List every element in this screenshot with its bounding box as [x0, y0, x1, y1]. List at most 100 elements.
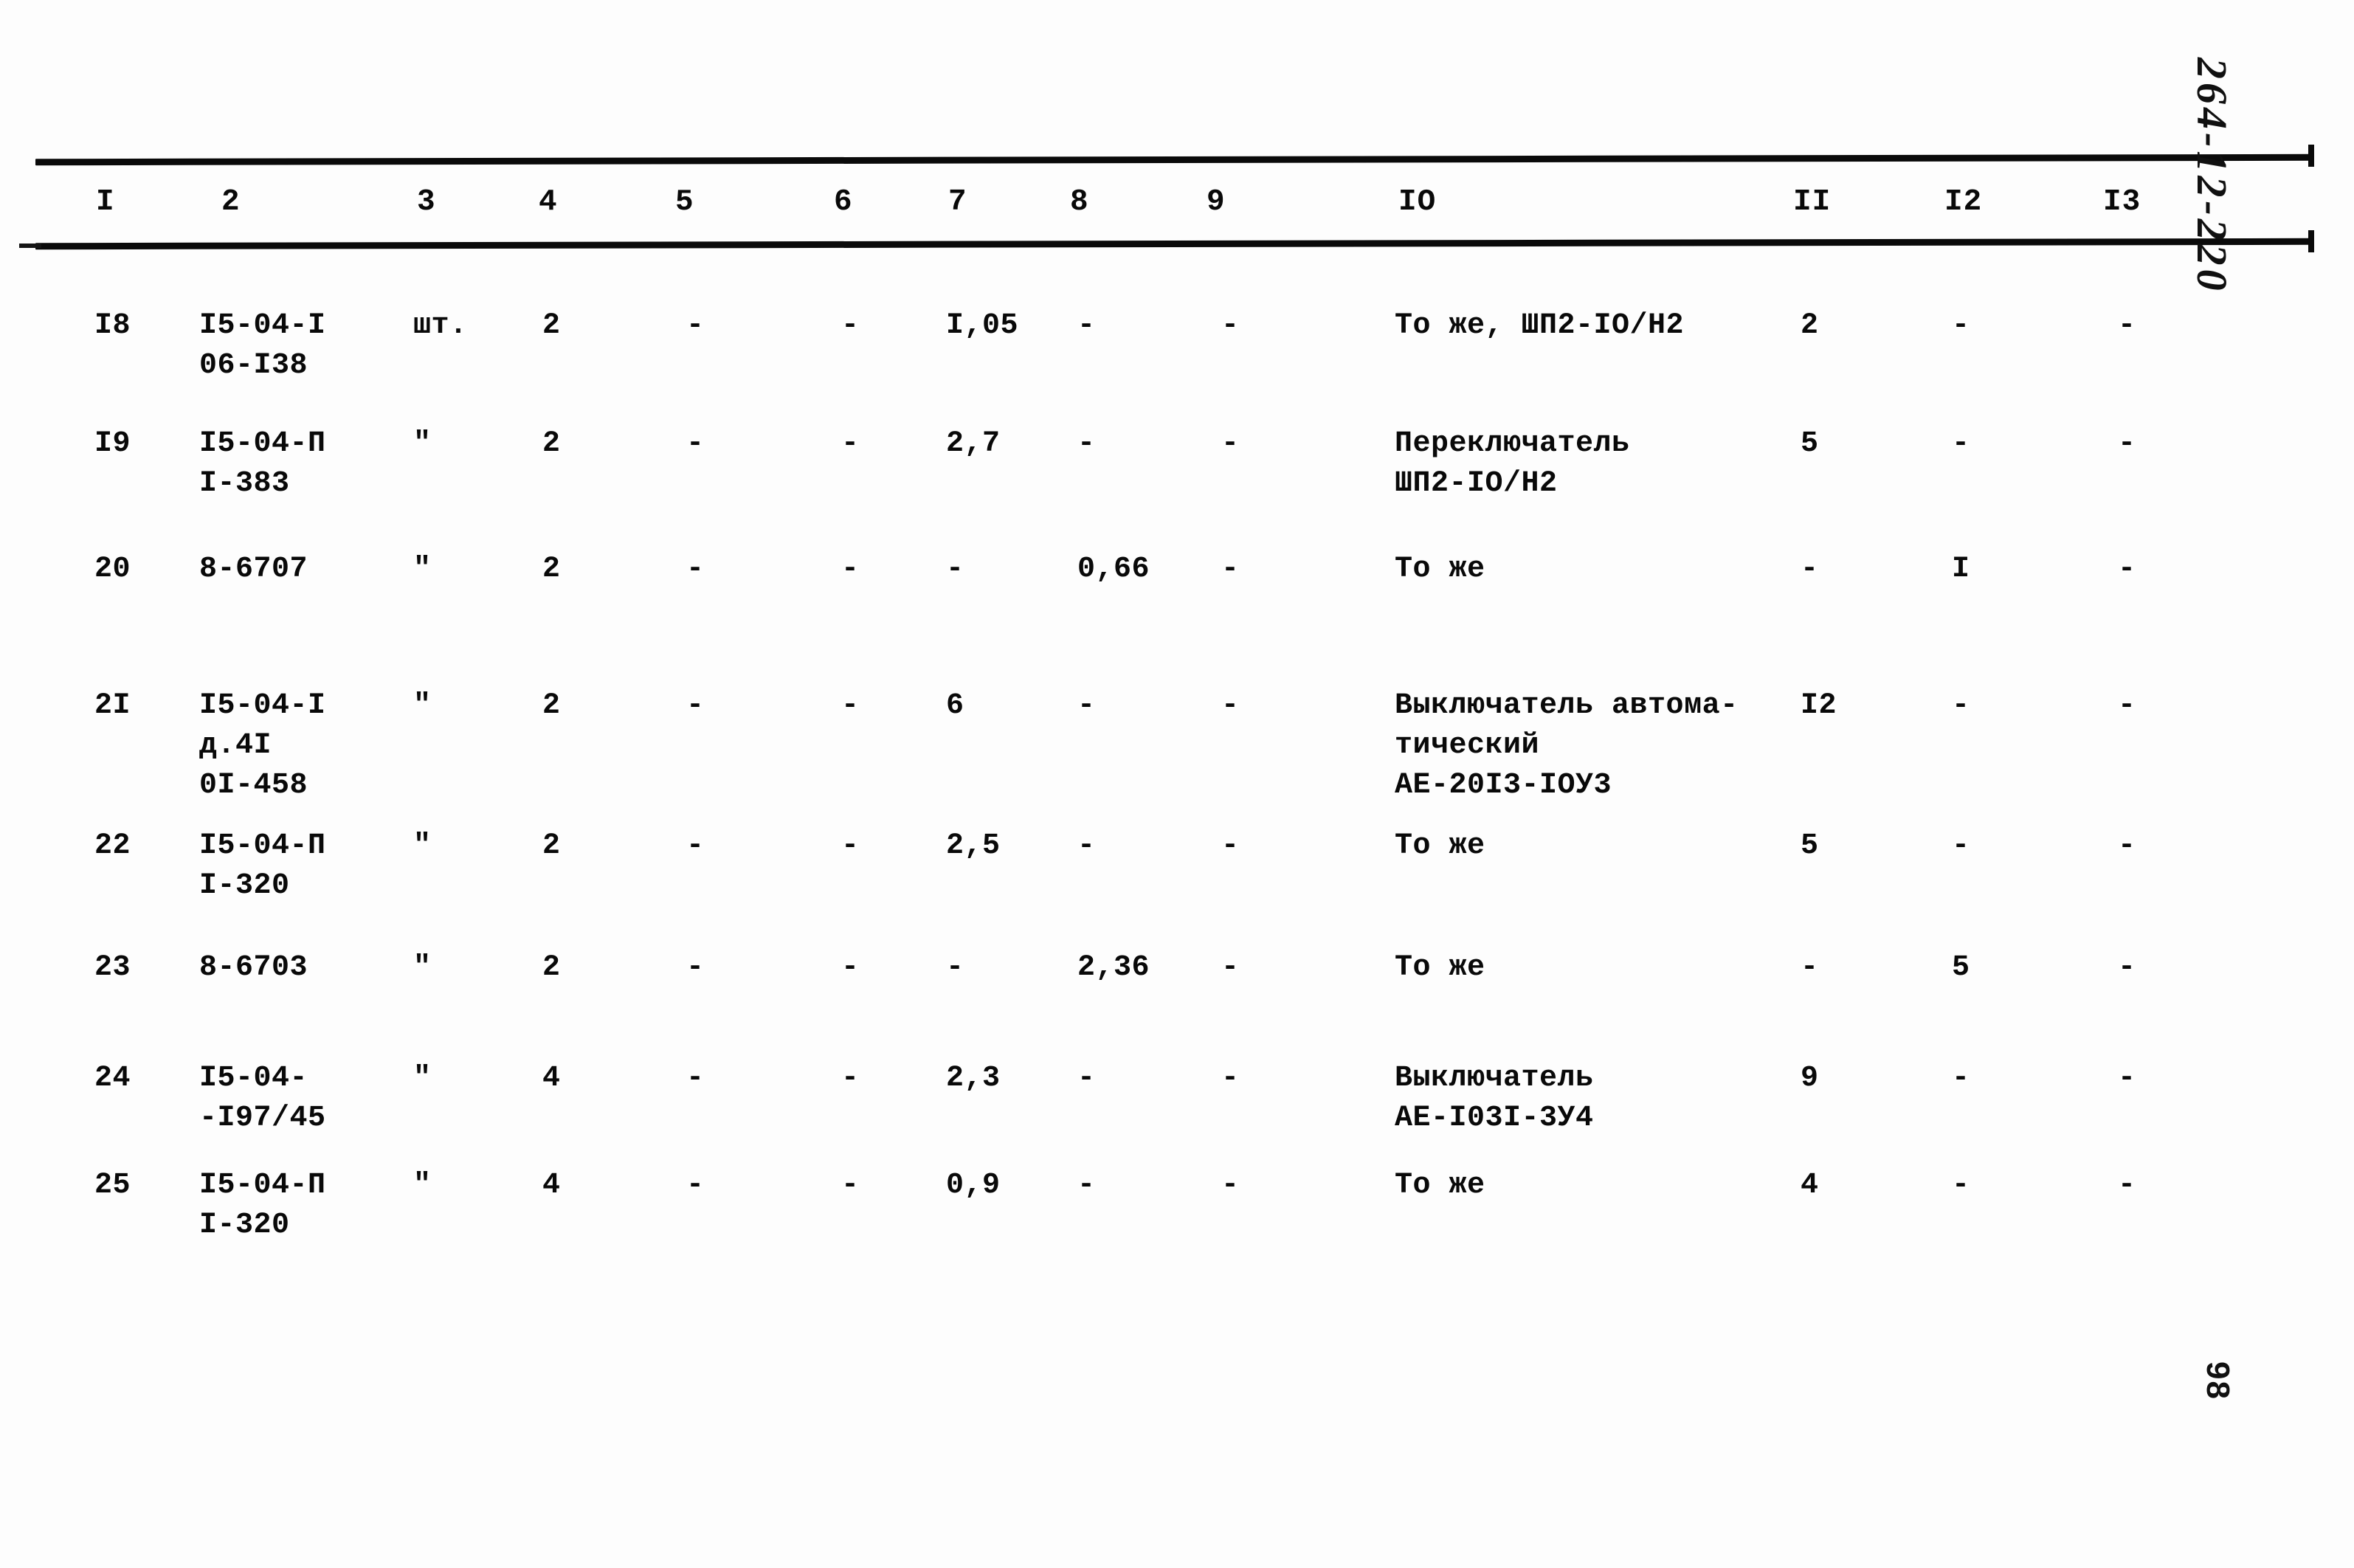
cell-c11: 9 — [1801, 1062, 1819, 1095]
table-top-rule-end-tick — [2308, 145, 2314, 167]
cell-c6: - — [841, 829, 860, 863]
table-rule-left-stub — [19, 244, 41, 248]
column-header-8: 8 — [1070, 185, 1089, 219]
cell-c11: 5 — [1801, 829, 1819, 863]
cell-c2: I5-04-П I-320 — [199, 1169, 326, 1242]
cell-c13: - — [2118, 689, 2136, 722]
cell-c10: Переключатель ШП2-IО/Н2 — [1395, 427, 1630, 500]
cell-c12: I — [1952, 553, 1970, 586]
cell-c2: I5-04-I 06-I38 — [199, 309, 326, 382]
cell-c1: 2I — [94, 689, 131, 722]
cell-c4: 2 — [542, 427, 561, 460]
cell-c5: - — [686, 1169, 705, 1202]
cell-c1: 24 — [94, 1062, 131, 1095]
cell-c7: - — [946, 951, 964, 984]
cell-c3: " — [413, 829, 432, 863]
cell-c10: То же — [1395, 951, 1485, 984]
cell-c13: - — [2118, 1062, 2136, 1095]
cell-c12: - — [1952, 689, 1970, 722]
cell-c3: " — [413, 553, 432, 586]
table-bottom-rule — [35, 238, 2314, 250]
cell-c13: - — [2118, 951, 2136, 984]
cell-c3: " — [413, 427, 432, 460]
cell-c9: - — [1221, 951, 1240, 984]
cell-c3: " — [413, 689, 432, 722]
column-header-5: 5 — [675, 185, 694, 219]
cell-c6: - — [841, 1062, 860, 1095]
cell-c6: - — [841, 309, 860, 342]
cell-c10: То же — [1395, 829, 1485, 863]
cell-c11: 4 — [1801, 1169, 1819, 1202]
margin-document-code: 264-12-220 — [2188, 58, 2236, 294]
cell-c9: - — [1221, 427, 1240, 460]
cell-c10: То же — [1395, 553, 1485, 586]
scanned-page: I 2 3 4 5 6 7 8 9 IO II I2 I3 I8 I5-04-I 06-I38 шт. 2- -… — [0, 0, 2354, 1568]
cell-c2: I5-04- -I97/45 — [199, 1062, 326, 1135]
cell-c13: - — [2118, 309, 2136, 342]
cell-c1: 20 — [94, 553, 131, 586]
cell-c9: - — [1221, 1169, 1240, 1202]
cell-c4: 4 — [542, 1062, 561, 1095]
cell-c4: 4 — [542, 1169, 561, 1202]
column-header-2: 2 — [221, 185, 241, 219]
cell-c10: Выключатель автома- тический АЕ-20I3-IОУ… — [1395, 689, 1739, 802]
cell-c5: - — [686, 309, 705, 342]
cell-c6: - — [841, 553, 860, 586]
cell-c9: - — [1221, 829, 1240, 863]
cell-c3: шт. — [413, 309, 468, 342]
table-bottom-rule-end-tick — [2308, 230, 2314, 252]
cell-c5: - — [686, 553, 705, 586]
cell-c11: 5 — [1801, 427, 1819, 460]
column-header-I2: I2 — [1944, 185, 1983, 219]
cell-c4: 2 — [542, 553, 561, 586]
cell-c4: 2 — [542, 829, 561, 863]
cell-c6: - — [841, 689, 860, 722]
column-header-IO: IO — [1398, 185, 1437, 219]
cell-c12: - — [1952, 1169, 1970, 1202]
cell-c8: - — [1077, 1062, 1096, 1095]
cell-c10: Выключатель АЕ-I03I-3У4 — [1395, 1062, 1594, 1135]
cell-c8: 0,66 — [1077, 553, 1150, 586]
column-header-I: I — [96, 185, 115, 219]
cell-c1: I8 — [94, 309, 131, 342]
cell-c12: 5 — [1952, 951, 1970, 984]
cell-c7: 6 — [946, 689, 964, 722]
cell-c13: - — [2118, 553, 2136, 586]
table-top-rule — [35, 153, 2314, 166]
cell-c2: 8-6703 — [199, 951, 308, 984]
cell-c5: - — [686, 689, 705, 722]
column-header-3: 3 — [417, 185, 436, 219]
column-header-7: 7 — [948, 185, 967, 219]
cell-c7: 2,3 — [946, 1062, 1001, 1095]
cell-c8: - — [1077, 309, 1096, 342]
column-header-9: 9 — [1207, 185, 1226, 219]
page-number: 98 — [2200, 1361, 2236, 1401]
cell-c7: 0,9 — [946, 1169, 1001, 1202]
column-header-I3: I3 — [2103, 185, 2141, 219]
column-header-4: 4 — [539, 185, 558, 219]
cell-c8: - — [1077, 829, 1096, 863]
cell-c12: - — [1952, 1062, 1970, 1095]
cell-c1: 25 — [94, 1169, 131, 1202]
cell-c8: 2,36 — [1077, 951, 1150, 984]
cell-c3: " — [413, 1169, 432, 1202]
cell-c12: - — [1952, 427, 1970, 460]
cell-c11: 2 — [1801, 309, 1819, 342]
cell-c6: - — [841, 1169, 860, 1202]
cell-c4: 2 — [542, 309, 561, 342]
cell-c7: - — [946, 553, 964, 586]
cell-c7: I,05 — [946, 309, 1019, 342]
cell-c2: I5-04-П I-320 — [199, 829, 326, 902]
cell-c5: - — [686, 1062, 705, 1095]
cell-c11: - — [1801, 951, 1819, 984]
cell-c8: - — [1077, 427, 1096, 460]
cell-c3: " — [413, 951, 432, 984]
cell-c10: То же — [1395, 1169, 1485, 1202]
cell-c7: 2,7 — [946, 427, 1001, 460]
cell-c5: - — [686, 829, 705, 863]
cell-c8: - — [1077, 1169, 1096, 1202]
cell-c7: 2,5 — [946, 829, 1001, 863]
cell-c4: 2 — [542, 951, 561, 984]
cell-c9: - — [1221, 1062, 1240, 1095]
cell-c2: 8-6707 — [199, 553, 308, 586]
